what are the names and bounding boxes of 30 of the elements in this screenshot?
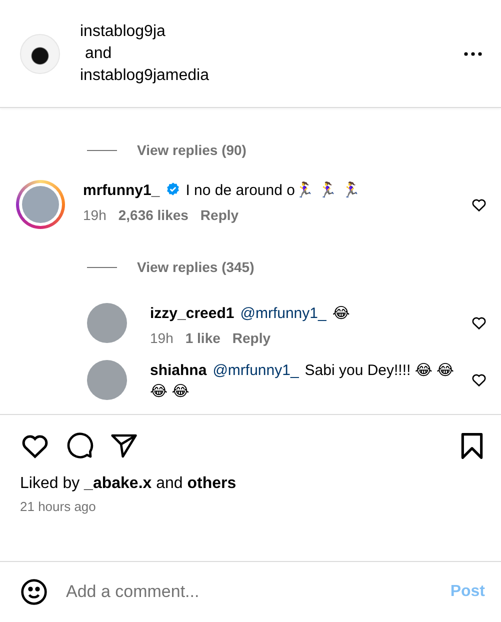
author-name[interactable]: instablog9ja [80, 20, 461, 42]
comment-icon[interactable] [66, 432, 94, 460]
liked-by-text: Liked by _abake.x and others [19, 474, 238, 493]
emoji-icon[interactable] [20, 578, 48, 606]
post-time: 21 hours ago [19, 498, 97, 516]
comment-text: shiahna @mrfunny1_ Sabi you Dey!!!! 😂 😂 😂 😂 [150, 361, 456, 402]
likes-count[interactable]: 1 like [185, 330, 220, 346]
comment-time: 19h [150, 330, 174, 346]
like-button[interactable] [471, 196, 487, 212]
reply-button[interactable]: Reply [200, 207, 239, 223]
comment-text: mrfunny1_ I no de around o🏃‍♀ 🏃‍♀ 🏃‍♀ [83, 180, 362, 201]
comment-time: 19h [83, 207, 106, 223]
avatar-photo[interactable] [87, 303, 127, 343]
view-replies-link[interactable]: View replies (90) [137, 142, 246, 158]
coauthor-name[interactable]: instablog9jamedia [80, 64, 461, 86]
joiner-text: and [85, 44, 113, 64]
bookmark-icon[interactable] [459, 432, 485, 460]
account-avatar[interactable] [20, 34, 60, 74]
share-icon[interactable] [110, 432, 138, 460]
comment-text: izzy_creed1 @mrfunny1_ 😂 [150, 304, 351, 324]
view-replies-link[interactable]: View replies (345) [137, 259, 254, 275]
heart-icon [471, 372, 487, 388]
like-button[interactable] [471, 315, 487, 331]
like-button[interactable] [471, 372, 487, 388]
story-ring-avatar[interactable] [16, 180, 65, 229]
heart-icon [471, 315, 487, 331]
heart-icon [471, 196, 487, 212]
avatar-photo[interactable] [87, 360, 127, 400]
reply-button[interactable]: Reply [232, 330, 271, 346]
likes-count[interactable]: 2,636 likes [118, 207, 188, 223]
